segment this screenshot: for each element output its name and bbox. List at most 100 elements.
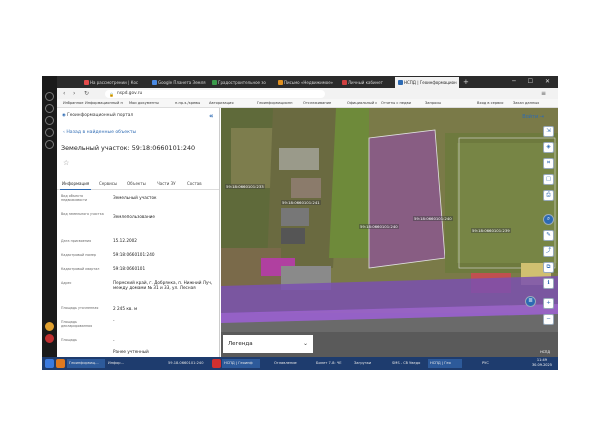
lock-icon: 🔒 <box>109 91 114 97</box>
expand-icon[interactable]: ⇲ <box>543 126 554 137</box>
parcel-title: Земельный участок: 59:18:0660101:240 <box>61 144 196 152</box>
field-label: Дата присвоения <box>61 239 92 243</box>
bookmarks-icon[interactable] <box>45 116 54 125</box>
downloads-icon[interactable] <box>45 104 54 113</box>
legend-label: Легенда <box>228 341 253 347</box>
map-scale: НСПД <box>540 350 550 354</box>
tab-more[interactable]: Состав <box>185 179 204 189</box>
collapse-panel-icon[interactable]: « <box>209 112 214 120</box>
back-to-results-link[interactable]: ‹ Назад в найденные объекты <box>63 130 136 135</box>
bookmark-item[interactable]: Вход в сервис <box>477 99 504 108</box>
login-link[interactable]: Войти ⇥ <box>522 114 544 120</box>
layers-icon[interactable]: ◈ <box>543 142 554 153</box>
menu-icon[interactable]: ≡ <box>541 89 546 98</box>
settings-icon[interactable] <box>45 140 54 149</box>
field-value: Землепользование <box>113 214 155 219</box>
taskbar-item[interactable]: Оглавление <box>272 359 310 368</box>
sidebar-toolbar <box>42 76 57 357</box>
bookmark-item[interactable]: Запросы <box>425 99 441 108</box>
zoom-in-button[interactable]: + <box>543 298 554 309</box>
search-icon[interactable]: ⌕ <box>543 214 554 225</box>
print-icon[interactable]: ⎙ <box>543 190 554 201</box>
bookmark-item[interactable]: Официальный с <box>347 99 377 108</box>
zoom-out-button[interactable]: − <box>543 314 554 325</box>
legend-button[interactable]: Легенда ⌄ <box>223 335 313 353</box>
forward-arrow-icon[interactable]: › <box>73 89 75 98</box>
info-panel: ◉ Геоинформационный портал ‹ Назад в най… <box>57 108 220 357</box>
taskbar-item[interactable]: НСПД | Геоинф <box>222 359 260 368</box>
area-icon[interactable]: ▢ <box>543 174 554 185</box>
taskbar-item[interactable]: SMS - Сб Уведо <box>390 359 424 368</box>
panel-tabs: Информация Сервисы Объекты Части ЗУ Сост… <box>57 179 219 190</box>
taskbar-item[interactable]: НСПД | Гео <box>428 359 462 368</box>
bookmark-item[interactable]: Геоинформационн <box>257 99 292 108</box>
bookmark-item[interactable]: Информационный п <box>85 99 123 108</box>
clock: 11:49 30.09.2025 <box>532 358 552 368</box>
history-icon[interactable] <box>45 92 54 101</box>
edit-icon[interactable]: ✎ <box>543 230 554 241</box>
tab-parts[interactable]: Части ЗУ <box>155 179 178 189</box>
tab-5[interactable]: НСПД | Геоинформацион <box>395 77 459 88</box>
tab-objects[interactable]: Объекты <box>125 179 148 189</box>
keyboard-layout[interactable]: РУС <box>480 359 496 368</box>
bookmark-item[interactable]: Заказ данных <box>513 99 539 108</box>
tab-label: НСПД | Геоинформацион <box>404 80 457 85</box>
map-view[interactable]: 59:18:0660101:233 59:18:0660101:241 59:1… <box>221 108 558 357</box>
field-value: Земельный участок <box>113 195 157 200</box>
tab-1[interactable]: Google Планета Земля <box>149 77 209 88</box>
navigation-bar: ‹ › ↻ 🔒 nspd.gov.ru ≡ <box>57 88 558 99</box>
tabs-icon[interactable] <box>45 128 54 137</box>
bookmark-item[interactable]: п.пр.э./кревы <box>175 99 200 108</box>
field-label: Вид земельного участка <box>61 212 104 216</box>
measure-icon[interactable]: ⌗ <box>543 158 554 169</box>
share-icon[interactable]: ⤴ <box>543 246 554 257</box>
taskbar-item[interactable]: Билет 7-8: ЧЕ <box>314 359 348 368</box>
portal-name: Геоинформационный портал <box>67 113 134 118</box>
list-icon[interactable]: ≣ <box>525 296 536 307</box>
star-icon[interactable]: ☆ <box>63 159 69 167</box>
tab-info[interactable]: Информация <box>60 179 92 190</box>
taskbar-item[interactable]: Геоинформац... <box>67 359 105 368</box>
screen: На рассмотрении | Кос Google Планета Зем… <box>42 76 558 370</box>
field-value: 15.12.2002 <box>113 238 137 243</box>
login-icon: ⇥ <box>539 114 544 120</box>
info-icon[interactable]: ℹ <box>543 278 554 289</box>
field-value: Пермский край, г. Добрянка, п. Нижний Лу… <box>113 280 213 290</box>
url-text: nspd.gov.ru <box>117 90 143 96</box>
yandex-icon[interactable] <box>212 359 221 368</box>
bookmark-item[interactable]: Отслеживание <box>303 99 331 108</box>
browser-icon[interactable] <box>56 359 65 368</box>
tab-label: Градостроительное зо <box>218 80 266 85</box>
field-label: Площадь декларированная <box>61 320 93 329</box>
bookmark-item[interactable]: Мои документы <box>129 99 159 108</box>
field-value: - <box>113 318 115 323</box>
back-arrow-icon[interactable]: ‹ <box>63 89 65 98</box>
field-value: 59:18:0660101:240 <box>113 252 155 257</box>
address-bar[interactable]: 🔒 nspd.gov.ru <box>105 89 325 98</box>
new-tab-button[interactable]: + <box>461 77 473 88</box>
reload-icon[interactable]: ↻ <box>84 89 89 98</box>
taskbar-item[interactable]: Инфор... <box>106 359 144 368</box>
taskbar-item[interactable]: 59.18.0660101:240 <box>166 359 208 368</box>
start-icon[interactable] <box>45 359 54 368</box>
compare-icon[interactable]: ⧉ <box>543 262 554 273</box>
tab-favicon <box>278 80 283 85</box>
tab-2[interactable]: Градостроительное зо <box>209 77 275 88</box>
tab-label: Личный кабинет <box>348 80 383 85</box>
assistant-icon[interactable] <box>45 322 54 331</box>
tab-favicon <box>152 80 157 85</box>
bookmark-item[interactable]: Авторизация <box>209 99 234 108</box>
tab-3[interactable]: Письмо «Недвижимое» <box>275 77 339 88</box>
tab-favicon <box>212 80 217 85</box>
tab-4[interactable]: Личный кабинет <box>339 77 395 88</box>
cadastral-label: 59:18:0660101:241 <box>281 200 321 205</box>
taskbar-item[interactable]: Загрузки <box>352 359 386 368</box>
window-controls[interactable]: ─ ☐ ✕ <box>512 78 555 85</box>
mail-icon[interactable] <box>45 334 54 343</box>
bookmark-item[interactable]: Избранное <box>63 99 83 108</box>
tab-services[interactable]: Сервисы <box>97 179 119 189</box>
cadastral-label: 59:18:0660101:240 <box>413 216 453 221</box>
bookmark-item[interactable]: Отчеты с недви <box>381 99 411 108</box>
back-link-label: Назад в найденные объекты <box>66 130 137 135</box>
tab-0[interactable]: На рассмотрении | Кос <box>81 77 149 88</box>
